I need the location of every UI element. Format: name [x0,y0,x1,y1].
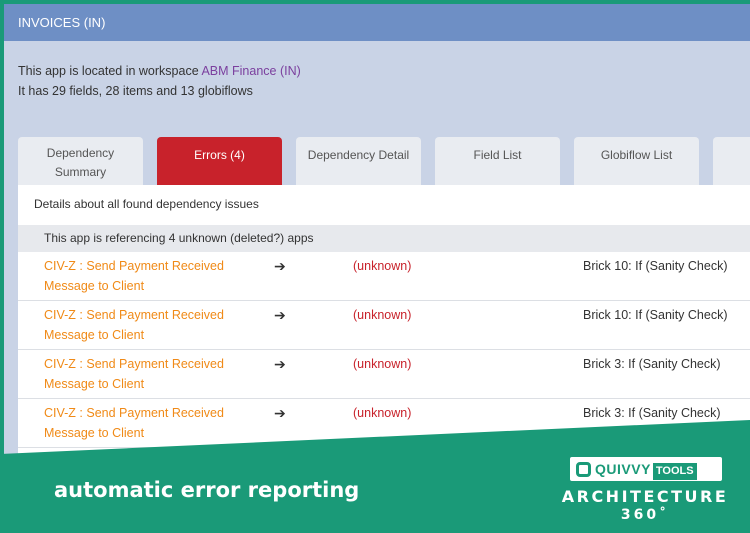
quivvy-q-icon [576,461,591,477]
brick-label: Brick 10: If (Sanity Check) [583,259,728,273]
arrow-right-icon: ➔ [274,405,286,421]
tab-globiflow-list[interactable]: Globiflow List [574,137,699,185]
unknown-target: (unknown) [353,259,412,273]
table-row: CIV-Z : Send Payment Received Message to… [18,252,750,301]
workspace-line: This app is located in workspace ABM Fin… [18,61,736,81]
logo-architecture: ARCHITECTURE [561,487,729,506]
tagline: automatic error reporting [54,478,360,502]
errors-panel: Details about all found dependency issue… [18,185,750,474]
logo-tools: TOOLS [652,463,697,480]
app-info: This app is located in workspace ABM Fin… [4,41,750,101]
table-row: CIV-Z : Send Payment Received Message to… [18,350,750,399]
unknown-target: (unknown) [353,406,412,420]
unknown-target: (unknown) [353,357,412,371]
logo-360: 360˚ [620,507,670,523]
window-title: INVOICES (IN) [4,4,750,41]
table-row: CIV-Z : Send Payment Received Message to… [18,301,750,350]
app-summary: It has 29 fields, 28 items and 13 globif… [18,84,253,98]
unknown-target: (unknown) [353,308,412,322]
arrow-right-icon: ➔ [274,258,286,274]
workspace-prefix: This app is located in workspace [18,64,202,78]
tab-errors[interactable]: Errors (4) [157,137,282,185]
logo-name: QUIVVY [595,461,651,477]
tab-dependency-summary[interactable]: Dependency Summary [18,137,143,185]
logo-brand: QUIVVY TOOLS [570,457,722,481]
app-window: INVOICES (IN) This app is located in wor… [4,4,750,474]
brick-label: Brick 3: If (Sanity Check) [583,357,721,371]
source-flow-link[interactable]: CIV-Z : Send Payment Received Message to… [44,403,264,443]
panel-description: Details about all found dependency issue… [34,197,259,211]
tab-more[interactable] [713,137,750,185]
arrow-right-icon: ➔ [274,307,286,323]
arrow-right-icon: ➔ [274,356,286,372]
source-flow-link[interactable]: CIV-Z : Send Payment Received Message to… [44,354,264,394]
quivvy-logo: QUIVVY TOOLS ARCHITECTURE 360˚ [556,455,734,527]
source-flow-link[interactable]: CIV-Z : Send Payment Received Message to… [44,305,264,345]
group-header: This app is referencing 4 unknown (delet… [18,225,750,252]
workspace-link[interactable]: ABM Finance (IN) [201,64,300,78]
tab-dependency-detail[interactable]: Dependency Detail [296,137,421,185]
tab-bar: Dependency Summary Errors (4) Dependency… [18,137,750,185]
source-flow-link[interactable]: CIV-Z : Send Payment Received Message to… [44,256,264,296]
table-row: CIV-Z : Send Payment Received Message to… [18,399,750,448]
tab-field-list[interactable]: Field List [435,137,560,185]
brick-label: Brick 10: If (Sanity Check) [583,308,728,322]
brick-label: Brick 3: If (Sanity Check) [583,406,721,420]
